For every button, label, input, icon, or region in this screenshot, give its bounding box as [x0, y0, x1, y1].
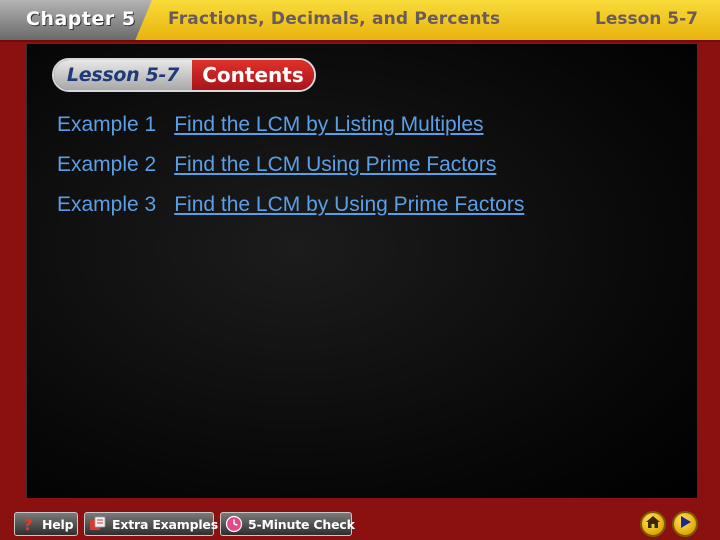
next-button[interactable] — [672, 511, 698, 537]
home-icon — [645, 514, 661, 535]
play-arrow-icon — [678, 515, 692, 534]
extra-examples-button[interactable]: Extra Examples — [84, 512, 218, 536]
example-1-title: Find the LCM by Listing Multiples — [174, 113, 484, 136]
example-1-link[interactable]: Example 1 Find the LCM by Listing Multipl… — [57, 112, 524, 152]
example-2-link[interactable]: Example 2 Find the LCM Using Prime Factor… — [57, 152, 524, 192]
lesson-contents-badge: Lesson 5-7 Contents — [52, 58, 316, 92]
example-2-label: Example 2 — [57, 153, 157, 176]
chapter-tab: Chapter 5 — [0, 0, 152, 40]
header-lesson-label: Lesson 5-7 — [594, 9, 698, 29]
footer-bar: ? Help Extra Examples 5-Minute Check — [0, 504, 720, 540]
example-1-label: Example 1 — [57, 113, 157, 136]
example-3-link[interactable]: Example 3 Find the LCM by Using Prime Fac… — [57, 192, 524, 232]
five-minute-check-button[interactable]: 5-Minute Check — [220, 512, 355, 536]
examples-icon — [89, 515, 107, 533]
example-list: Example 1 Find the LCM by Listing Multipl… — [57, 112, 524, 232]
clock-icon — [225, 515, 243, 533]
example-3-label: Example 3 — [57, 193, 157, 216]
badge-contents-label: Contents — [202, 63, 304, 87]
badge-lesson-label: Lesson 5-7 — [66, 64, 180, 86]
extra-examples-label: Extra Examples — [112, 516, 218, 532]
example-2-title: Find the LCM Using Prime Factors — [174, 153, 497, 176]
badge-lesson-part: Lesson 5-7 — [54, 60, 192, 90]
chapter-label: Chapter 5 — [26, 8, 136, 30]
svg-text:?: ? — [23, 515, 32, 533]
help-label: Help — [42, 516, 74, 532]
badge-contents-part: Contents — [192, 60, 314, 90]
question-mark-icon: ? — [19, 515, 37, 533]
header-bar: Chapter 5 Fractions, Decimals, and Perce… — [0, 0, 720, 42]
chapter-title: Fractions, Decimals, and Percents — [168, 9, 501, 29]
help-button[interactable]: ? Help — [14, 512, 78, 536]
home-button[interactable] — [640, 511, 666, 537]
five-minute-check-label: 5-Minute Check — [248, 516, 355, 532]
example-3-title: Find the LCM by Using Prime Factors — [174, 193, 525, 216]
